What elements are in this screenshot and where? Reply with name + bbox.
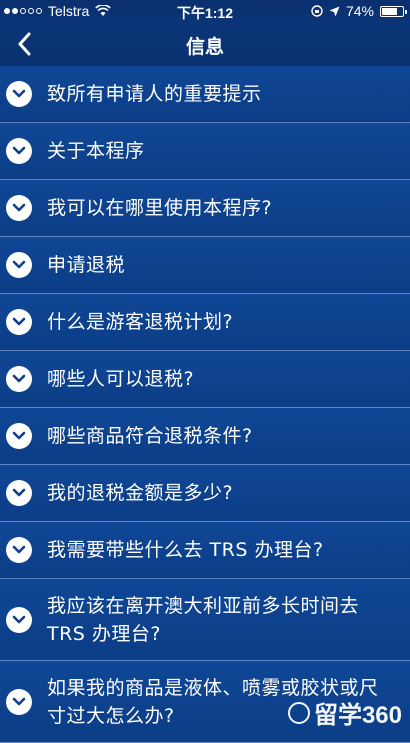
chevron-down-icon [6, 81, 32, 107]
faq-item-label: 我的退税金额是多少? [47, 482, 234, 504]
faq-item-label: 哪些商品符合退税条件? [47, 425, 253, 447]
faq-item-label: 我应该在离开澳大利亚前多长时间去 TRS 办理台? [47, 594, 360, 645]
faq-item-label: 申请退税 [47, 254, 126, 276]
status-right: 74% [311, 3, 407, 19]
faq-item[interactable]: 关于本程序 [0, 123, 410, 180]
faq-item[interactable]: 哪些人可以退税? [0, 351, 410, 408]
faq-item-label: 什么是游客退税计划? [47, 311, 234, 333]
faq-item[interactable]: 我应该在离开澳大利亚前多长时间去 TRS 办理台? [0, 579, 410, 661]
faq-item[interactable]: 什么是游客退税计划? [0, 294, 410, 351]
rotation-lock-icon [311, 5, 323, 17]
chevron-down-icon [6, 688, 32, 715]
chevron-down-icon [6, 309, 32, 335]
battery-percent: 74% [345, 3, 374, 19]
faq-item-label: 关于本程序 [47, 140, 145, 162]
faq-item-label: 致所有申请人的重要提示 [47, 83, 262, 105]
faq-item[interactable]: 我的退税金额是多少? [0, 465, 410, 522]
faq-list: 致所有申请人的重要提示 关于本程序 我可以在哪里使用本程序? 申请退税 什么是游… [0, 66, 410, 743]
page-title: 信息 [185, 36, 224, 58]
faq-item[interactable]: 致所有申请人的重要提示 [0, 66, 410, 123]
faq-item[interactable]: 我可以在哪里使用本程序? [0, 180, 410, 237]
chevron-down-icon [6, 423, 32, 449]
chevron-down-icon [6, 138, 32, 164]
chevron-down-icon [6, 606, 32, 633]
chevron-down-icon [6, 366, 32, 392]
chevron-down-icon [6, 252, 32, 278]
chevron-down-icon [6, 480, 32, 506]
faq-item-label: 我可以在哪里使用本程序? [47, 197, 273, 219]
battery-icon [380, 5, 407, 17]
faq-item-label: 我需要带些什么去 TRS 办理台? [47, 539, 324, 561]
nav-bar: 信息 [0, 22, 410, 67]
chevron-down-icon [6, 537, 32, 563]
watermark-logo-icon [287, 701, 310, 724]
chevron-down-icon [6, 195, 32, 221]
battery-fill [382, 7, 397, 15]
faq-item[interactable]: 申请退税 [0, 237, 410, 294]
status-bar: Telstra 下午1:12 74% [0, 0, 410, 22]
faq-item[interactable]: 哪些商品符合退税条件? [0, 408, 410, 465]
watermark-text: 留学360 [313, 702, 402, 729]
watermark: 留学360 [287, 695, 402, 730]
faq-item-label: 哪些人可以退税? [47, 368, 195, 390]
faq-item[interactable]: 我需要带些什么去 TRS 办理台? [0, 522, 410, 579]
location-icon [329, 6, 340, 16]
